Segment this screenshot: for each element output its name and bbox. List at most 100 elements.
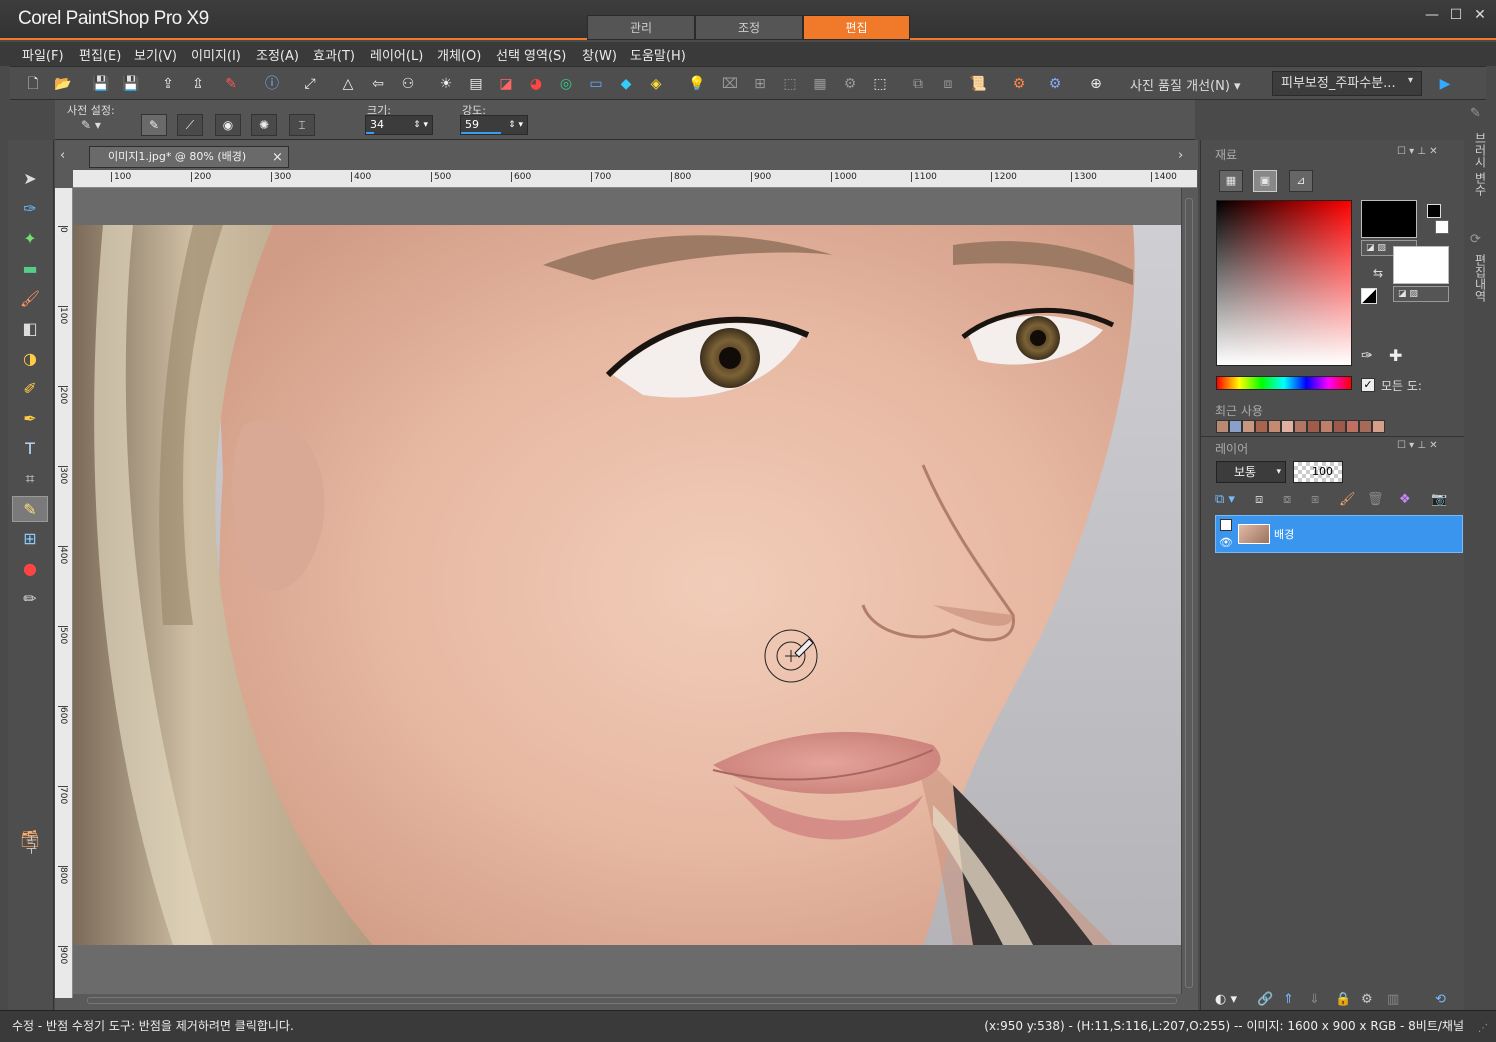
layer-props-icon[interactable]: ⚙ bbox=[1361, 992, 1373, 1007]
lock-icon[interactable]: 🔒 bbox=[1335, 992, 1351, 1007]
save-as-icon[interactable]: 💾 bbox=[120, 73, 142, 95]
brush-variance-tab[interactable]: 브러시 변수 bbox=[1472, 132, 1489, 196]
export-icon[interactable]: ⇫ bbox=[187, 73, 209, 95]
layer-row[interactable]: 👁 배경 bbox=[1215, 515, 1463, 553]
open-folder-icon[interactable]: 📂 bbox=[52, 73, 74, 95]
recent-color-swatch[interactable] bbox=[1372, 420, 1385, 433]
blend-mode-dropdown[interactable]: 보통 ▾ bbox=[1216, 461, 1286, 483]
marquee-icon[interactable]: ⬚ bbox=[869, 73, 891, 95]
preset-dropdown[interactable]: 피부보정_주파수분... bbox=[1272, 71, 1422, 96]
crop-tool-icon[interactable]: ⌗ bbox=[12, 466, 48, 492]
eye-mode-button[interactable]: ◉ bbox=[215, 114, 241, 136]
chevron-down-icon[interactable]: ▾ bbox=[1408, 75, 1413, 86]
recent-color-swatch[interactable] bbox=[1346, 420, 1359, 433]
eraser-tool-icon[interactable]: ✐ bbox=[12, 376, 48, 402]
swatches-tab-icon[interactable]: ⊿ bbox=[1289, 170, 1313, 192]
import-icon[interactable]: ⇪ bbox=[157, 73, 179, 95]
play-icon[interactable]: ▶ bbox=[1434, 73, 1456, 95]
text-tool-icon[interactable]: T bbox=[12, 436, 48, 462]
preferences-gear-icon[interactable]: ⚙ bbox=[1044, 73, 1066, 95]
opacity-field[interactable]: 100 bbox=[1293, 461, 1343, 483]
menu-selections[interactable]: 선택 영역(S) bbox=[496, 45, 566, 64]
visibility-eye-icon[interactable]: 👁 bbox=[1219, 536, 1233, 549]
selection-disabled-icon[interactable]: ⬚ bbox=[779, 73, 801, 95]
layer-down-icon[interactable]: ⇓ bbox=[1309, 992, 1320, 1007]
lightbulb-icon[interactable]: 💡 bbox=[686, 73, 708, 95]
enhance-photo-menu[interactable]: 사진 품질 개선(N) ▾ bbox=[1130, 75, 1241, 94]
panel-controls[interactable]: ☐ ▾ ⊥ ✕ bbox=[1397, 146, 1438, 157]
layer-fx-icon[interactable]: ❖ bbox=[1399, 492, 1411, 507]
add-swatch-icon[interactable]: ✚ bbox=[1389, 346, 1402, 365]
document-tab[interactable]: 이미지1.jpg* @ 80% (배경) bbox=[89, 146, 289, 168]
gradient-tool-icon[interactable]: ◧ bbox=[12, 316, 48, 342]
resize-grip-icon[interactable]: ⋰ bbox=[1478, 1023, 1488, 1034]
menu-window[interactable]: 창(W) bbox=[582, 45, 617, 64]
menu-effects[interactable]: 효과(T) bbox=[313, 45, 355, 64]
recent-color-swatch[interactable] bbox=[1307, 420, 1320, 433]
share-icon[interactable]: ✎ bbox=[220, 73, 242, 95]
gear-disabled-icon[interactable]: ⚙ bbox=[839, 73, 861, 95]
layer-refresh-icon[interactable]: ⟲ bbox=[1435, 992, 1446, 1007]
brush-variance-icon[interactable]: ✎ bbox=[1470, 106, 1481, 121]
dropper-tool-icon[interactable]: ✑ bbox=[12, 196, 48, 222]
swatch-grid-icon[interactable]: ▦ bbox=[1219, 170, 1243, 192]
history-tab[interactable]: 편집내역 bbox=[1472, 254, 1489, 302]
clone-icon[interactable]: ⚇ bbox=[397, 73, 419, 95]
layer-up-icon[interactable]: ⇑ bbox=[1283, 992, 1294, 1007]
mirror-mode-button[interactable]: ⌶ bbox=[289, 114, 315, 136]
recent-color-swatch[interactable] bbox=[1229, 420, 1242, 433]
reset-colors-icon[interactable] bbox=[1361, 288, 1377, 304]
layer-mask-icon[interactable]: ⧆ bbox=[1311, 492, 1319, 507]
foreground-color-swatch[interactable] bbox=[1361, 200, 1417, 238]
info-icon[interactable]: ⓘ bbox=[261, 73, 283, 95]
zoom-icon[interactable]: ⊕ bbox=[1085, 73, 1107, 95]
strength-stepper[interactable]: 59 ⇕ ▾ bbox=[460, 115, 528, 135]
menu-file[interactable]: 파일(F) bbox=[22, 45, 64, 64]
color-balance-icon[interactable]: ◕ bbox=[525, 73, 547, 95]
tab-scroll-left-icon[interactable]: ‹ bbox=[60, 148, 65, 163]
tab-edit[interactable]: 편집 bbox=[803, 15, 910, 40]
layer-style-icon[interactable]: ◐ ▾ bbox=[1215, 992, 1237, 1007]
recent-color-swatch[interactable] bbox=[1216, 420, 1229, 433]
curves-icon[interactable]: ◪ bbox=[495, 73, 517, 95]
cube-icon[interactable]: ◆ bbox=[615, 73, 637, 95]
rectangle-tool-icon[interactable]: ▬ bbox=[12, 256, 48, 282]
recent-color-swatch[interactable] bbox=[1359, 420, 1372, 433]
sharpen-icon[interactable]: △ bbox=[337, 73, 359, 95]
camera-icon[interactable]: 📷 bbox=[1431, 492, 1447, 507]
new-layer-icon[interactable]: ⧉ ▾ bbox=[1215, 492, 1235, 507]
paint-brush-tool-icon[interactable]: 🖌 bbox=[12, 286, 48, 312]
panel-controls[interactable]: ☐ ▾ ⊥ ✕ bbox=[1397, 440, 1438, 451]
vertical-scrollbar[interactable] bbox=[1181, 188, 1197, 998]
rainbow-tab-icon[interactable]: ▣ bbox=[1253, 170, 1277, 192]
recent-color-swatch[interactable] bbox=[1281, 420, 1294, 433]
crop-disabled-icon[interactable]: ⌧ bbox=[719, 73, 741, 95]
hue-icon[interactable]: ◎ bbox=[555, 73, 577, 95]
color-picker-field[interactable] bbox=[1216, 200, 1352, 366]
layer-move-icon[interactable]: ⧈ bbox=[937, 73, 959, 95]
layer-brush-icon[interactable]: 🖌 bbox=[1339, 492, 1356, 507]
layer-copy-icon[interactable]: ⧉ bbox=[907, 73, 929, 95]
makeover-tool-icon[interactable]: ✏ bbox=[12, 586, 48, 612]
all-tools-checkbox[interactable]: ✓ bbox=[1361, 378, 1375, 392]
clone-tool-icon[interactable]: ◑ bbox=[12, 346, 48, 372]
tab-scroll-right-icon[interactable]: › bbox=[1178, 148, 1183, 163]
blemish-fixer-button[interactable]: ✎ bbox=[141, 114, 167, 136]
blemish-fixer-tool-icon[interactable]: ✎ bbox=[12, 496, 48, 522]
pen-tool-icon[interactable]: ✒ bbox=[12, 406, 48, 432]
grid-disabled-icon[interactable]: ⊞ bbox=[749, 73, 771, 95]
script-icon[interactable]: 📜 bbox=[967, 73, 989, 95]
magic-wand-tool-icon[interactable]: ✦ bbox=[12, 226, 48, 252]
new-file-icon[interactable]: 🗋 bbox=[22, 73, 44, 95]
burst-mode-button[interactable]: ✺ bbox=[251, 114, 277, 136]
save-icon[interactable]: 💾 bbox=[90, 73, 112, 95]
red-eye-tool-icon[interactable]: ● bbox=[12, 556, 48, 582]
background-style-icon[interactable]: ◪ ▨ bbox=[1393, 286, 1449, 302]
mesh-warp-tool-icon[interactable]: ⊞ bbox=[12, 526, 48, 552]
pick-tool-icon[interactable]: ➤ bbox=[12, 166, 48, 192]
delete-layer-icon[interactable]: 🗑 bbox=[1367, 492, 1384, 507]
hue-slider[interactable] bbox=[1216, 376, 1352, 390]
menu-help[interactable]: 도움말(H) bbox=[630, 45, 686, 64]
swap-colors-icon[interactable]: ⇆ bbox=[1373, 266, 1383, 280]
close-button[interactable]: ✕ bbox=[1470, 6, 1490, 24]
